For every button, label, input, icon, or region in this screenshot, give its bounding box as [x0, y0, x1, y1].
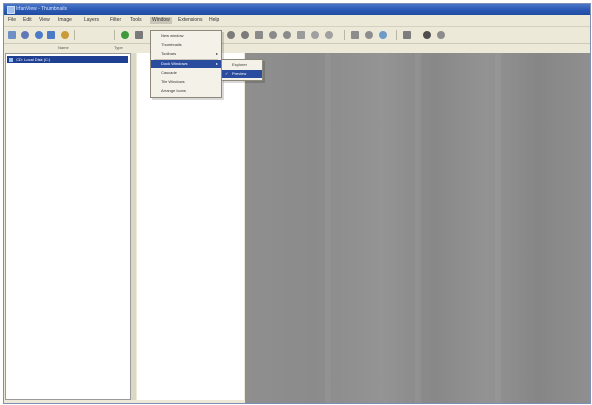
next-icon — [437, 31, 445, 39]
menu-view[interactable]: View — [37, 17, 52, 24]
menu-window[interactable]: Window — [150, 17, 172, 24]
refresh-button[interactable] — [60, 30, 70, 40]
arrows-icon — [351, 31, 359, 39]
pin-icon — [379, 31, 387, 39]
app-icon — [7, 6, 15, 14]
submenu-item-preview[interactable]: ✓ Preview — [222, 70, 262, 78]
dropdown-button[interactable] — [422, 30, 432, 40]
menu-image[interactable]: Image — [56, 17, 74, 24]
tools-button[interactable] — [134, 30, 144, 40]
app-window: IrfanView - Thumbnails File Edit View Im… — [3, 3, 591, 404]
toolbar — [4, 27, 590, 44]
menu-layers[interactable]: Layers — [82, 17, 101, 24]
toolbar-separator — [344, 30, 345, 40]
brush-icon — [227, 31, 235, 39]
crop-icon — [241, 31, 249, 39]
canvas-texture — [325, 53, 331, 403]
column-header-name[interactable]: Name — [58, 45, 69, 50]
open-button[interactable] — [20, 30, 30, 40]
file-list-panel — [137, 53, 244, 400]
toolbar-separator — [74, 30, 75, 40]
menu-bar: File Edit View Image Layers Filter Tools… — [4, 15, 590, 27]
crop-button[interactable] — [240, 30, 250, 40]
status-bar — [4, 400, 245, 403]
green-app-button[interactable] — [120, 30, 130, 40]
rotate-icon — [283, 31, 291, 39]
green-app-icon — [121, 31, 129, 39]
submenu-arrow-icon: ▸ — [215, 51, 218, 56]
dots-button[interactable] — [364, 30, 374, 40]
menu-item-thumbnails[interactable]: Thumbnails — [151, 41, 221, 49]
menu-help[interactable]: Help — [207, 17, 221, 24]
menu-file[interactable]: File — [6, 17, 18, 24]
next-button[interactable] — [436, 30, 446, 40]
menu-item-new-window[interactable]: New window — [151, 32, 221, 40]
menu-item-arrange-icons[interactable]: Arrange Icons — [151, 87, 221, 95]
tree-row-selected[interactable]: CD: Local Disk (C:) — [7, 56, 128, 63]
zoom-out-button[interactable] — [268, 30, 278, 40]
flip-button[interactable] — [296, 30, 306, 40]
panel-header: Name Type — [4, 44, 590, 52]
gray-icon-1-button[interactable] — [310, 30, 320, 40]
new-file-button[interactable] — [7, 30, 17, 40]
checkmark-icon: ✓ — [225, 71, 229, 76]
refresh-icon — [61, 31, 69, 39]
gray-icon-2-button[interactable] — [324, 30, 334, 40]
gray-icon-2 — [325, 31, 333, 39]
folder-tree-panel: CD: Local Disk (C:) — [5, 53, 131, 400]
grid-icon — [403, 31, 411, 39]
tree-row-label: CD: Local Disk (C:) — [16, 57, 51, 62]
title-bar[interactable]: IrfanView - Thumbnails — [4, 4, 590, 15]
rotate-button[interactable] — [282, 30, 292, 40]
window-title: IrfanView - Thumbnails — [16, 6, 67, 12]
back-button[interactable] — [34, 30, 44, 40]
zoom-in-icon — [255, 31, 263, 39]
menu-item-dock-windows[interactable]: Dock Windows ▸ — [151, 60, 221, 68]
zoom-out-icon — [269, 31, 277, 39]
gray-icon-1 — [311, 31, 319, 39]
dropdown-icon — [423, 31, 431, 39]
open-icon — [21, 31, 29, 39]
forward-button[interactable] — [46, 30, 56, 40]
tools-icon — [135, 31, 143, 39]
arrows-button[interactable] — [350, 30, 360, 40]
menu-tools[interactable]: Tools — [128, 17, 144, 24]
toolbar-separator — [396, 30, 397, 40]
window-menu-dropdown: New window Thumbnails Toolbars ▸ Dock Win… — [150, 30, 222, 98]
image-preview-canvas — [245, 53, 590, 403]
dock-windows-submenu: Explorer ✓ Preview — [221, 59, 263, 81]
menu-filter[interactable]: Filter — [108, 17, 123, 24]
toolbar-separator — [114, 30, 115, 40]
canvas-texture — [495, 53, 501, 403]
menu-extensions[interactable]: Extensions — [176, 17, 204, 24]
menu-item-tile-windows[interactable]: Tile Windows — [151, 78, 221, 86]
canvas-texture — [415, 53, 421, 403]
brush-button[interactable] — [226, 30, 236, 40]
new-file-icon — [8, 31, 16, 39]
column-header-type[interactable]: Type — [114, 45, 123, 50]
grid-button[interactable] — [402, 30, 412, 40]
submenu-item-explorer[interactable]: Explorer — [222, 61, 262, 69]
forward-icon — [47, 31, 55, 39]
menu-item-toolbars[interactable]: Toolbars ▸ — [151, 50, 221, 58]
pin-button[interactable] — [378, 30, 388, 40]
menu-edit[interactable]: Edit — [21, 17, 34, 24]
panel-splitter[interactable] — [131, 53, 136, 400]
submenu-arrow-icon: ▸ — [215, 61, 218, 66]
back-icon — [35, 31, 43, 39]
zoom-in-button[interactable] — [254, 30, 264, 40]
menu-item-cascade[interactable]: Cascade — [151, 69, 221, 77]
dots-icon — [365, 31, 373, 39]
flip-icon — [297, 31, 305, 39]
drive-icon — [9, 57, 13, 62]
